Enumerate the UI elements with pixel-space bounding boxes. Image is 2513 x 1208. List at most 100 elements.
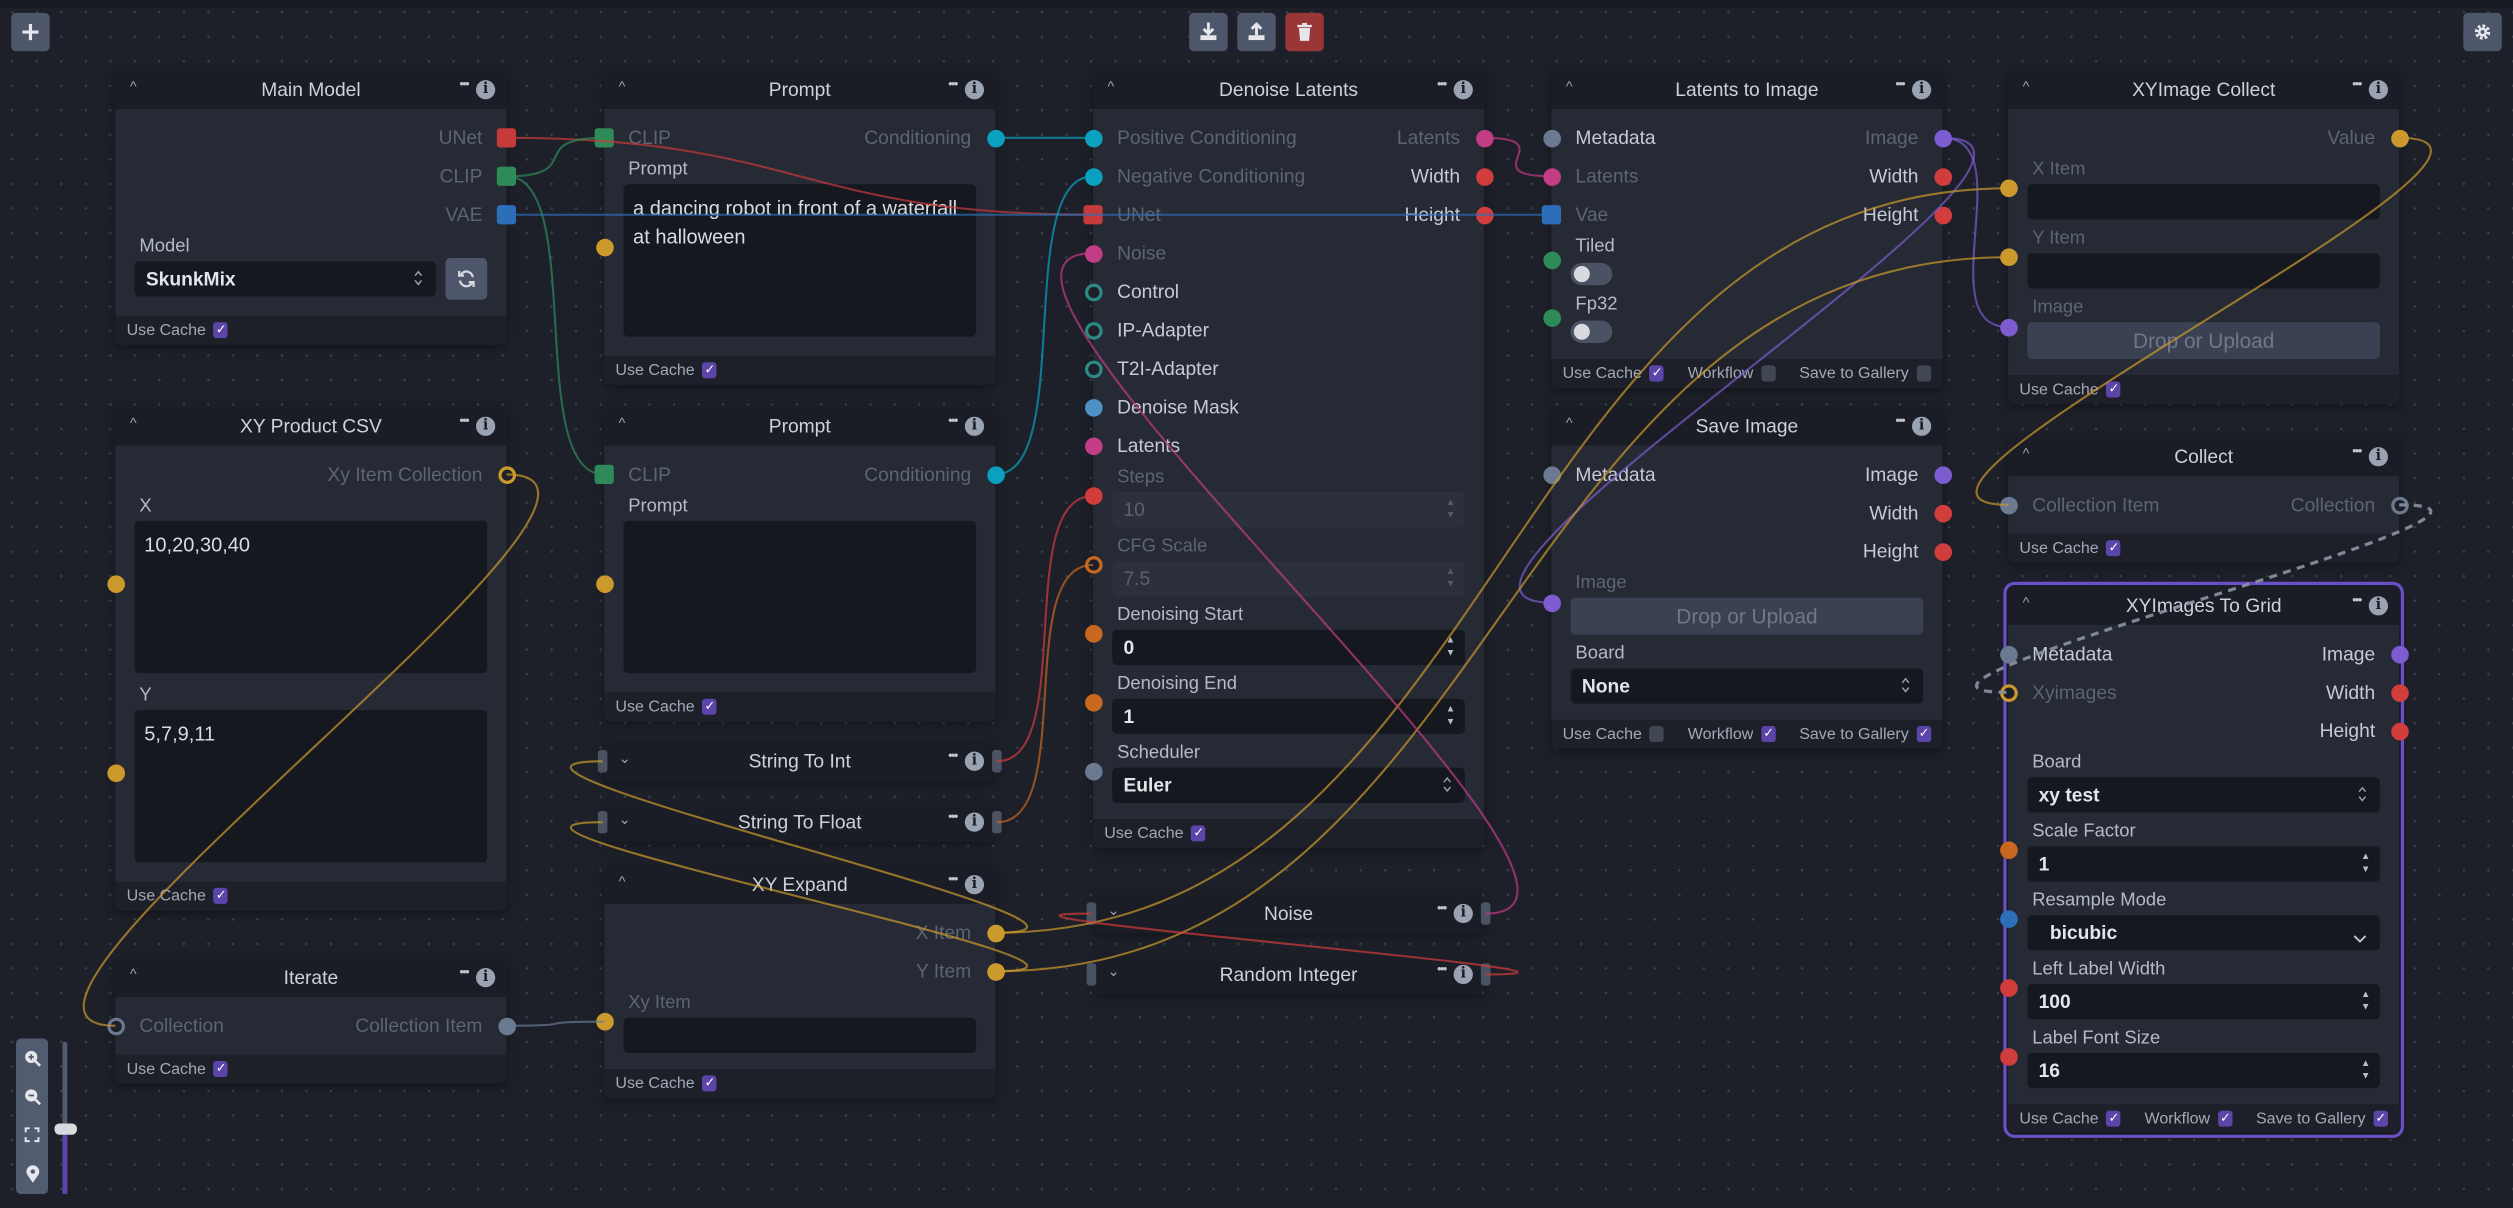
scheduler-select[interactable]: Euler — [1112, 767, 1465, 803]
stepper-icon[interactable]: ▲ ▼ — [2361, 989, 2371, 1015]
chevron-down-icon[interactable]: ⌄ — [1107, 963, 1119, 981]
model-select[interactable]: SkunkMix — [134, 261, 436, 297]
metadata-output-handle[interactable] — [2390, 496, 2409, 514]
image-edge[interactable] — [1942, 136, 2009, 328]
footer-use-cache[interactable]: Use Cache ✓ — [127, 887, 229, 905]
info-icon[interactable]: i — [964, 416, 985, 436]
vae-input-handle[interactable] — [1541, 205, 1562, 225]
denoising-end-input[interactable]: 1 ▲ ▼ — [1112, 698, 1465, 735]
string-input-handle[interactable] — [1999, 683, 2017, 702]
node-latents-to-image[interactable]: ^ Latents to Image ••• i Metadata Image Latent… — [1541, 70, 1952, 388]
drop-or-upload-button[interactable]: Drop or Upload — [2027, 322, 2380, 360]
metadata-input-handle[interactable] — [1084, 762, 1102, 781]
info-icon[interactable]: i — [2368, 596, 2388, 616]
footer-save-to-gallery[interactable]: Save to Gallery ✓ — [2256, 1110, 2388, 1127]
integer-output-handle[interactable] — [2390, 683, 2409, 702]
latents-edge[interactable] — [1484, 136, 1552, 178]
node-xyimages-to-grid[interactable]: ^ XYImages To Grid ••• i Metadata Image Xyimag… — [1999, 581, 2409, 1138]
control-input-handle[interactable] — [1084, 282, 1102, 301]
conditioning-output-handle[interactable] — [986, 129, 1005, 147]
use-cache-checkbox[interactable]: ✓ — [213, 322, 229, 339]
node-xy-product-csv[interactable]: ^ XY Product CSV ••• i Xy Item Collection X 10… — [106, 407, 516, 911]
node-header[interactable]: ⌄ Noise ••• i — [1086, 894, 1491, 933]
left-label-width-input[interactable]: 100 ▲ ▼ — [2027, 984, 2380, 1020]
footer-use-cache[interactable]: Use Cache ✓ — [2019, 539, 2122, 557]
zoom-slider-thumb[interactable] — [54, 1123, 77, 1135]
float-edge[interactable] — [996, 563, 1094, 824]
label-font-size-input[interactable]: 16 ▲ ▼ — [2027, 1052, 2380, 1089]
info-icon[interactable]: i — [475, 80, 496, 100]
node-header[interactable]: ⌄ Random Integer ••• i — [1086, 955, 1491, 994]
node-header[interactable]: ^ Collect ••• i — [2008, 437, 2400, 476]
footer-save-to-gallery[interactable]: Save to Gallery ✓ — [1799, 725, 1932, 743]
more-options-icon[interactable]: ••• — [948, 748, 958, 762]
footer-use-cache[interactable]: Use Cache ✓ — [615, 361, 718, 379]
prompt-textarea[interactable]: a dancing robot in front of a waterfall … — [623, 184, 977, 337]
use-cache-checkbox[interactable]: ✓ — [702, 698, 718, 715]
node-prompt[interactable]: ^ Prompt ••• i CLIP Conditioning Prompt Use Cac… — [594, 407, 1005, 722]
metadata-output-handle[interactable] — [497, 1016, 516, 1035]
string-input-handle[interactable] — [106, 574, 125, 593]
string-input-handle[interactable] — [1999, 248, 2017, 267]
chevron-up-icon[interactable]: ^ — [1566, 79, 1573, 95]
more-options-icon[interactable]: ••• — [1895, 413, 1905, 427]
integer-output-handle[interactable] — [1933, 504, 1952, 522]
more-options-icon[interactable]: ••• — [459, 77, 469, 91]
info-icon[interactable]: i — [1911, 416, 1932, 436]
image-input-handle[interactable] — [1542, 593, 1561, 612]
xy-item-input[interactable] — [623, 1017, 977, 1053]
node-header[interactable]: ⌄ String To Int ••• i — [597, 742, 1002, 781]
stepper-icon[interactable]: ▲ ▼ — [1446, 704, 1456, 730]
workflow-checkbox[interactable]: ✓ — [1761, 726, 1776, 743]
string-input-handle[interactable] — [1999, 179, 2017, 198]
string-output-handle[interactable] — [2390, 129, 2409, 147]
integer-output-handle[interactable] — [2390, 722, 2409, 740]
node-string-to-int[interactable]: ⌄ String To Int ••• i — [597, 742, 1002, 781]
info-icon[interactable]: i — [475, 416, 496, 436]
more-options-icon[interactable]: ••• — [459, 413, 469, 427]
integer-output-handle[interactable] — [1933, 205, 1952, 224]
footer-use-cache[interactable]: Use Cache ✓ — [127, 1060, 229, 1078]
node-header[interactable]: ^ Iterate ••• i — [115, 958, 507, 997]
info-icon[interactable]: i — [1911, 80, 1932, 100]
chevron-up-icon[interactable]: ^ — [130, 79, 137, 95]
node-header[interactable]: ^ Denoise Latents ••• i — [1093, 70, 1485, 109]
integer-input-handle[interactable] — [1999, 979, 2017, 997]
node-random-integer[interactable]: ⌄ Random Integer ••• i — [1086, 955, 1491, 994]
integer-input-handle[interactable] — [1084, 487, 1102, 505]
node-xyimage-collect[interactable]: ^ XYImage Collect ••• i Value X Item Y Item Ima… — [1999, 70, 2409, 404]
image-input-handle[interactable] — [1999, 318, 2017, 336]
node-noise[interactable]: ⌄ Noise ••• i — [1086, 894, 1491, 933]
settings-button[interactable] — [2463, 12, 2502, 52]
info-icon[interactable]: i — [964, 812, 985, 832]
node-header[interactable]: ^ Prompt ••• i — [604, 407, 996, 446]
integer-output-handle[interactable] — [1475, 205, 1493, 224]
footer-use-cache[interactable]: Use Cache ✓ — [127, 321, 229, 339]
conditioning-output-handle[interactable] — [986, 465, 1005, 484]
add-node-button[interactable] — [11, 12, 50, 52]
node-header[interactable]: ^ XYImage Collect ••• i — [2008, 70, 2400, 109]
upload-workflow-button[interactable] — [1237, 12, 1276, 52]
use-cache-checkbox[interactable]: ✓ — [1649, 365, 1665, 382]
zoom-in-button[interactable] — [16, 1039, 48, 1077]
use-cache-checkbox[interactable]: ✓ — [2106, 381, 2122, 398]
node-denoise-latents[interactable]: ^ Denoise Latents ••• i Positive Conditionin… — [1083, 70, 1493, 848]
footer-use-cache[interactable]: Use Cache ✓ — [2019, 381, 2122, 398]
refresh-models-button[interactable] — [445, 258, 488, 300]
unet-input-handle[interactable] — [1083, 205, 1103, 225]
latents-input-handle[interactable] — [1542, 167, 1561, 186]
info-icon[interactable]: i — [475, 968, 496, 988]
image-output-handle[interactable] — [1933, 129, 1952, 147]
node-header[interactable]: ^ XY Product CSV ••• i — [115, 407, 507, 446]
chevron-up-icon[interactable]: ^ — [619, 79, 626, 95]
use-cache-checkbox[interactable]: ✓ — [702, 362, 718, 379]
conditioning-input-handle[interactable] — [1084, 129, 1102, 147]
more-options-icon[interactable]: ••• — [2352, 77, 2362, 91]
chevron-up-icon[interactable]: ^ — [1107, 79, 1114, 95]
unet-output-handle[interactable] — [496, 128, 517, 148]
workflow-checkbox[interactable]: ✓ — [2218, 1110, 2233, 1127]
info-icon[interactable]: i — [964, 80, 985, 100]
string-output-handle[interactable] — [986, 962, 1005, 981]
node-header[interactable]: ^ XYImages To Grid ••• i — [2008, 586, 2400, 626]
scale-factor-input[interactable]: 1 ▲ ▼ — [2027, 846, 2380, 882]
